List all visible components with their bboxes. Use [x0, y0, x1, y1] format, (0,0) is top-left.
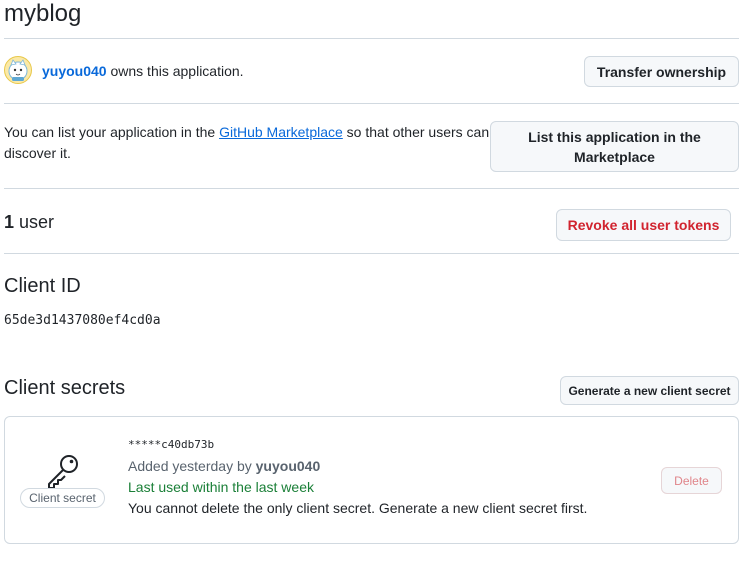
client-id-heading: Client ID [4, 275, 81, 297]
user-count: 1 user [4, 210, 54, 234]
divider [4, 188, 739, 189]
page-title: myblog [4, 0, 82, 27]
added-text: Added yesterday by [128, 458, 256, 474]
button-label: List this application in the [528, 128, 701, 145]
marketplace-text: so that other users can [342, 124, 490, 140]
user-count-label: user [14, 212, 55, 232]
key-icon [43, 451, 83, 491]
secret-added-info: Added yesterday by yuyou040 [128, 457, 320, 475]
owner-text: owns this application. [106, 63, 244, 79]
owner-avatar[interactable] [4, 56, 32, 84]
divider [4, 38, 739, 39]
client-secret-label: Client secret [20, 488, 105, 508]
button-label: Marketplace [574, 148, 655, 165]
github-marketplace-link[interactable]: GitHub Marketplace [219, 124, 343, 140]
transfer-ownership-button[interactable]: Transfer ownership [584, 56, 739, 87]
delete-restriction-note: You cannot delete the only client secret… [128, 500, 588, 516]
divider [4, 253, 739, 254]
client-id-value: 65de3d1437080ef4cd0a [4, 313, 161, 328]
client-secret-card: Client secret *****c40db73b Added yester… [4, 416, 739, 544]
owner-line: yuyou040 owns this application. [42, 62, 244, 80]
user-count-number: 1 [4, 212, 15, 232]
last-used-status: Last used within the last week [128, 479, 314, 495]
marketplace-text: discover it. [4, 145, 71, 161]
owner-username-link[interactable]: yuyou040 [42, 63, 107, 79]
masked-secret: *****c40db73b [128, 438, 215, 451]
revoke-all-user-tokens-button[interactable]: Revoke all user tokens [556, 209, 731, 241]
list-in-marketplace-button[interactable]: List this application in the Marketplace [490, 121, 739, 172]
added-by-user: yuyou040 [255, 458, 321, 474]
divider [4, 103, 739, 104]
client-secrets-heading: Client secrets [4, 377, 126, 399]
marketplace-description: You can list your application in the Git… [4, 122, 494, 164]
marketplace-text: You can list your application in the [4, 124, 220, 140]
generate-client-secret-button[interactable]: Generate a new client secret [560, 376, 739, 405]
delete-secret-button[interactable]: Delete [661, 467, 722, 494]
